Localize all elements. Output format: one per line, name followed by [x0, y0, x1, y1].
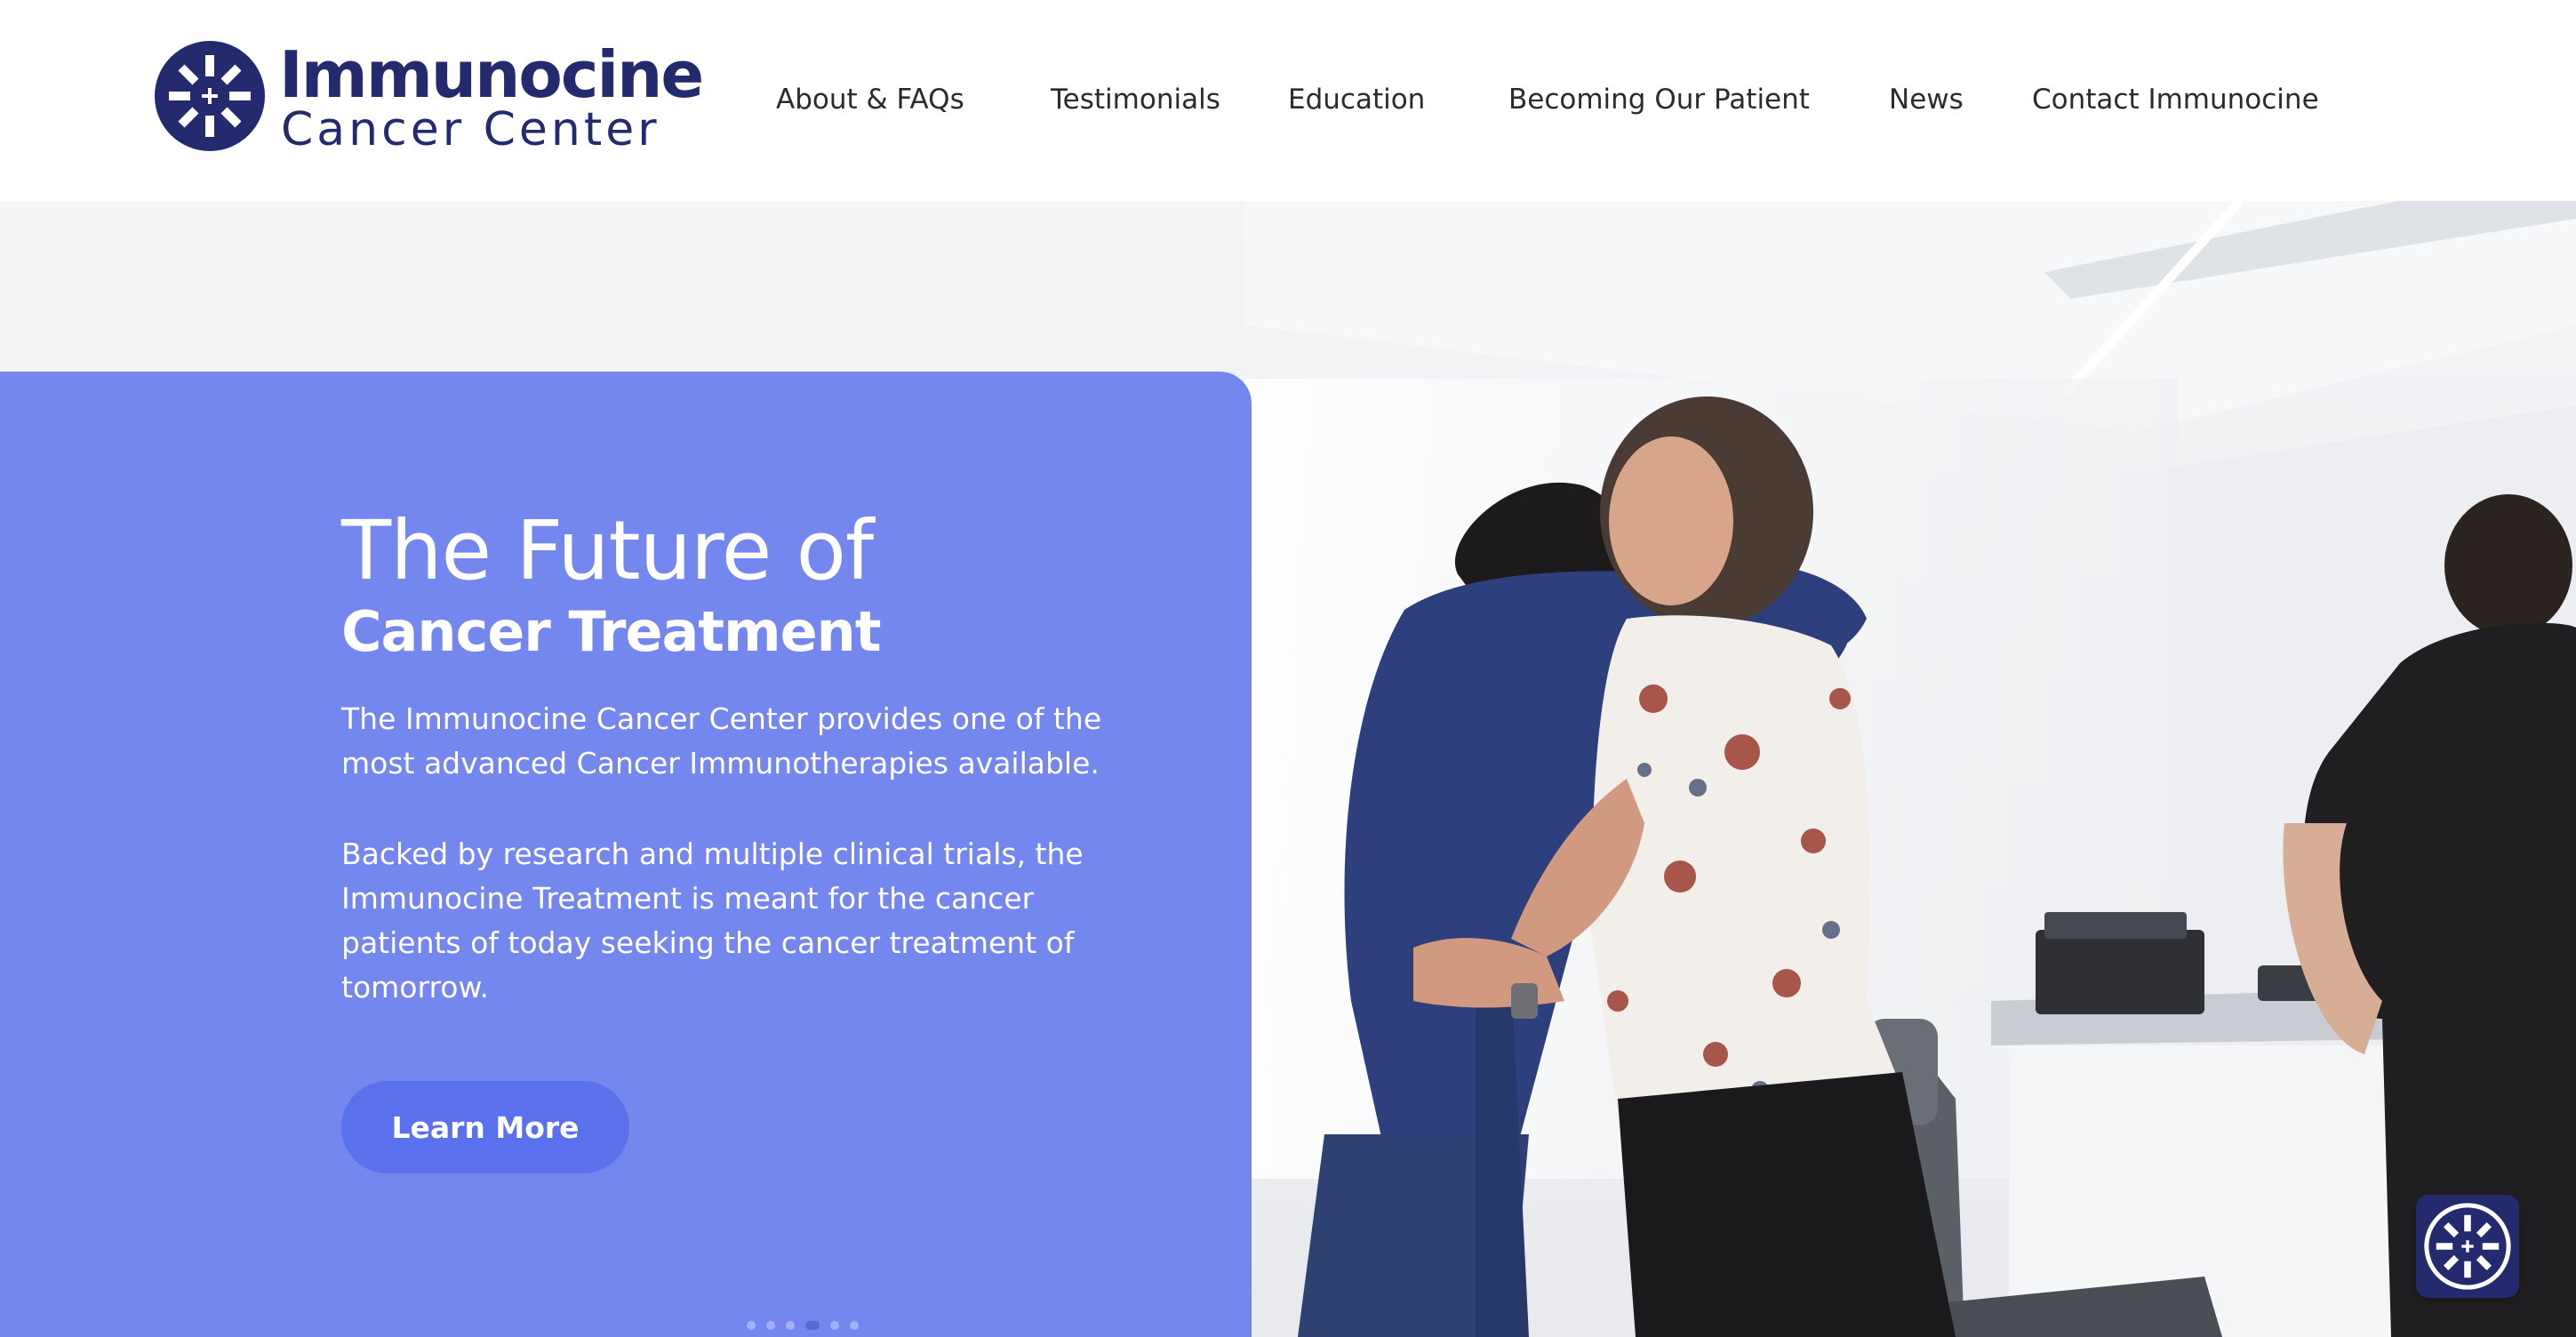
logo-subtitle: Cancer Center: [281, 103, 660, 156]
carousel-dot[interactable]: [830, 1321, 839, 1330]
hero-title-line2: Cancer Treatment: [341, 599, 881, 664]
snowflake-cross-icon: [155, 41, 265, 151]
learn-more-button[interactable]: Learn More: [341, 1081, 629, 1173]
hero-section: The Future of Cancer Treatment The Immun…: [0, 201, 2576, 1337]
page: Immunocine Cancer Center About & FAQs Te…: [0, 0, 2576, 1337]
carousel-dot[interactable]: [786, 1321, 795, 1330]
hero-title-line1: The Future of: [341, 503, 874, 598]
carousel-dot-active[interactable]: [805, 1321, 820, 1330]
nav-item-education[interactable]: Education: [1288, 84, 1425, 116]
nav-item-contact[interactable]: Contact Immunocine: [2032, 84, 2319, 116]
snowflake-cross-icon: [2424, 1203, 2511, 1290]
carousel-indicators: [747, 1321, 859, 1330]
nav-item-about-faqs[interactable]: About & FAQs: [776, 84, 964, 116]
carousel-dot[interactable]: [850, 1321, 859, 1330]
nav-item-testimonials[interactable]: Testimonials: [1051, 84, 1220, 116]
carousel-dot[interactable]: [766, 1321, 775, 1330]
floating-logo-badge[interactable]: [2416, 1195, 2519, 1298]
logo-wordmark: Immunocine: [279, 37, 704, 112]
site-header: Immunocine Cancer Center About & FAQs Te…: [0, 0, 2576, 201]
site-logo[interactable]: Immunocine Cancer Center: [155, 37, 704, 156]
hero-description: The Immunocine Cancer Center provides on…: [341, 701, 1102, 781]
hero-description-secondary: Backed by research and multiple clinical…: [341, 837, 1084, 1005]
nav-item-news[interactable]: News: [1889, 84, 1964, 116]
carousel-dot[interactable]: [747, 1321, 756, 1330]
nav-item-becoming-our-patient[interactable]: Becoming Our Patient: [1508, 84, 1810, 116]
